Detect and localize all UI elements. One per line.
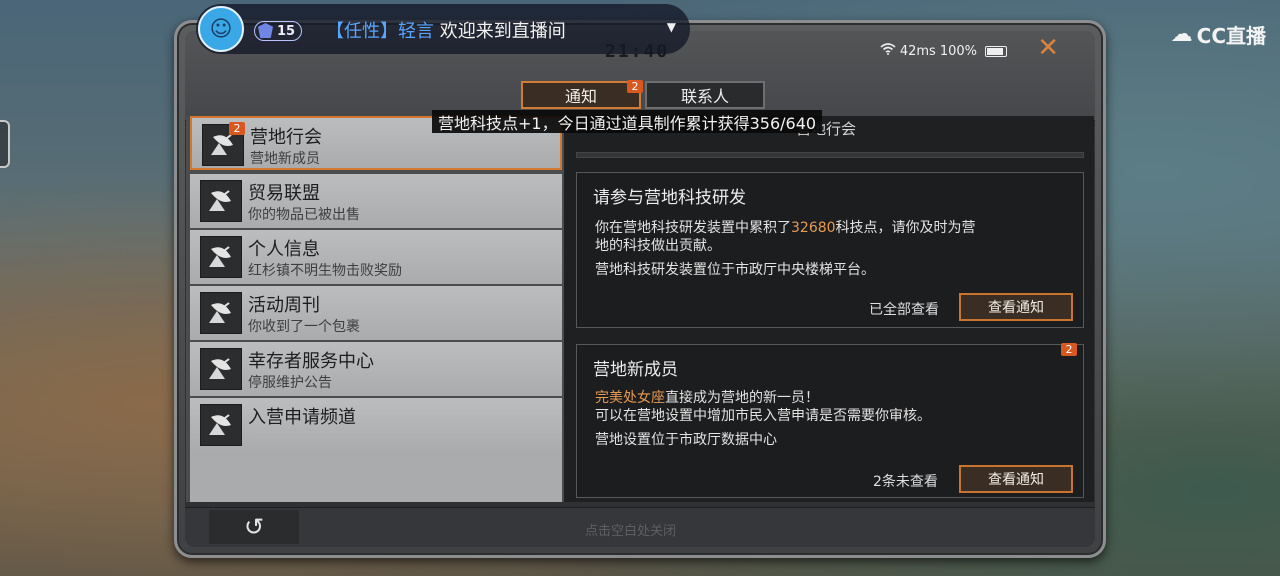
notice-card-tech: 请参与营地科技研发 你在营地科技研发装置中累积了32680科技点，请你及时为营 … xyxy=(576,172,1084,328)
stream-username[interactable]: 【任性】轻言 xyxy=(326,21,434,42)
tab-badge: 2 xyxy=(627,80,643,93)
list-item-title: 贸易联盟 xyxy=(248,183,320,204)
tab-label: 联系人 xyxy=(680,87,729,106)
list-empty-slot xyxy=(190,452,562,502)
list-item-trade-alliance[interactable]: 贸易联盟 你的物品已被出售 xyxy=(190,174,562,228)
level-badge: 15 xyxy=(254,21,303,41)
list-item-subtitle: 你的物品已被出售 xyxy=(248,207,360,223)
list-item-subtitle: 营地新成员 xyxy=(250,151,320,167)
list-item-title: 营地行会 xyxy=(250,127,322,148)
avatar[interactable]: ☺ xyxy=(198,6,244,52)
list-item-subtitle: 你收到了一个包裹 xyxy=(248,319,360,335)
card-text: 可以在营地设置中增加市民入营申请是否需要你审核。 xyxy=(595,408,931,424)
stream-text: 欢迎来到直播间 xyxy=(439,21,566,42)
ping-text: 42ms xyxy=(899,43,936,59)
list-item-survivor-center[interactable]: 幸存者服务中心 停服维护公告 xyxy=(190,342,562,396)
card-status: 2条未查看 xyxy=(873,474,938,490)
tab-notifications[interactable]: 通知 2 xyxy=(521,80,643,109)
card-body: 完美处女座直接成为营地的新一员！ 可以在营地设置中增加市民入营申请是否需要你审核… xyxy=(595,389,1065,425)
cloud-logo-icon: ☁ xyxy=(1170,22,1193,47)
tech-point-toast: 营地科技点+1，今日通过道具制作累计获得356/640 xyxy=(432,110,823,133)
card-highlight: 32680 xyxy=(791,220,836,236)
tab-bar: 通知 2 联系人 xyxy=(521,80,765,109)
bottom-bar: ↺ 点击空白处关闭 xyxy=(185,507,1095,547)
status-area: 42ms 100% xyxy=(880,43,1007,59)
radar-dish-icon xyxy=(200,404,242,446)
stream-welcome-bar: ☺ 15 【任性】轻言 欢迎来到直播间 ▼ xyxy=(196,4,690,54)
back-icon: ↺ xyxy=(243,513,265,541)
tab-contacts[interactable]: 联系人 xyxy=(645,81,765,109)
radar-dish-icon: 2 xyxy=(202,122,245,166)
card-title: 请参与营地科技研发 xyxy=(593,188,746,208)
card-body: 你在营地科技研发装置中累积了32680科技点，请你及时为营 地的科技做出贡献。 xyxy=(595,219,1065,255)
radar-dish-icon xyxy=(200,348,242,390)
tab-label: 通知 xyxy=(564,87,597,106)
wifi-icon xyxy=(880,43,896,59)
platform-logo-text: CC直播 xyxy=(1196,24,1266,48)
notice-card-new-member: 2 营地新成员 完美处女座直接成为营地的新一员！ 可以在营地设置中增加市民入营申… xyxy=(576,343,1084,498)
view-notice-button[interactable]: 查看通知 xyxy=(959,465,1073,493)
close-hint: 点击空白处关闭 xyxy=(585,524,677,539)
view-notice-button[interactable]: 查看通知 xyxy=(959,293,1073,321)
card-text: 地的科技做出贡献。 xyxy=(595,238,721,254)
card-text: 营地科技研发装置位于市政厅中央楼梯平台。 xyxy=(595,262,875,278)
close-icon[interactable]: ✕ xyxy=(1037,35,1059,61)
card-title: 营地新成员 xyxy=(593,360,678,380)
welcome-message: 【任性】轻言 欢迎来到直播间 xyxy=(326,17,566,43)
battery-icon xyxy=(985,45,1007,57)
platform-logo: ☁ CC直播 xyxy=(1171,20,1266,49)
list-item-weekly[interactable]: 活动周刊 你收到了一个包裹 xyxy=(190,286,562,340)
list-item-title: 入营申请频道 xyxy=(248,407,356,428)
radar-dish-icon xyxy=(200,236,242,278)
card-highlight: 完美处女座 xyxy=(595,390,665,406)
channel-list: 2 营地行会 营地新成员 贸易联盟 你的物品已被出售 个人信息 红杉镇不明生物击… xyxy=(186,116,564,502)
back-button[interactable]: ↺ xyxy=(209,510,299,544)
divider xyxy=(576,152,1084,158)
item-badge: 2 xyxy=(229,122,245,135)
list-item-subtitle: 停服维护公告 xyxy=(248,375,332,391)
detail-panel: 营地行会 请参与营地科技研发 你在营地科技研发装置中累积了32680科技点，请你… xyxy=(564,116,1094,502)
battery-text: 100% xyxy=(939,43,977,59)
card-text: 营地设置位于市政厅数据中心 xyxy=(595,432,777,448)
list-item-personal-info[interactable]: 个人信息 红杉镇不明生物击败奖励 xyxy=(190,230,562,284)
list-item-title: 个人信息 xyxy=(248,239,320,260)
radar-dish-icon xyxy=(200,292,242,334)
list-item-title: 幸存者服务中心 xyxy=(248,351,374,372)
card-badge: 2 xyxy=(1061,343,1077,356)
scene-edge-button[interactable] xyxy=(0,120,10,168)
list-item-title: 活动周刊 xyxy=(248,295,320,316)
chevron-down-icon[interactable]: ▼ xyxy=(667,20,676,34)
card-text: 你在营地科技研发装置中累积了 xyxy=(595,220,791,236)
radar-dish-icon xyxy=(200,180,242,222)
card-text: 直接成为营地的新一员！ xyxy=(665,390,819,406)
list-item-subtitle: 红杉镇不明生物击败奖励 xyxy=(248,263,402,279)
list-item-join-requests[interactable]: 入营申请频道 xyxy=(190,398,562,452)
card-text: 科技点，请你及时为营 xyxy=(835,220,976,236)
card-status: 已全部查看 xyxy=(869,302,939,318)
